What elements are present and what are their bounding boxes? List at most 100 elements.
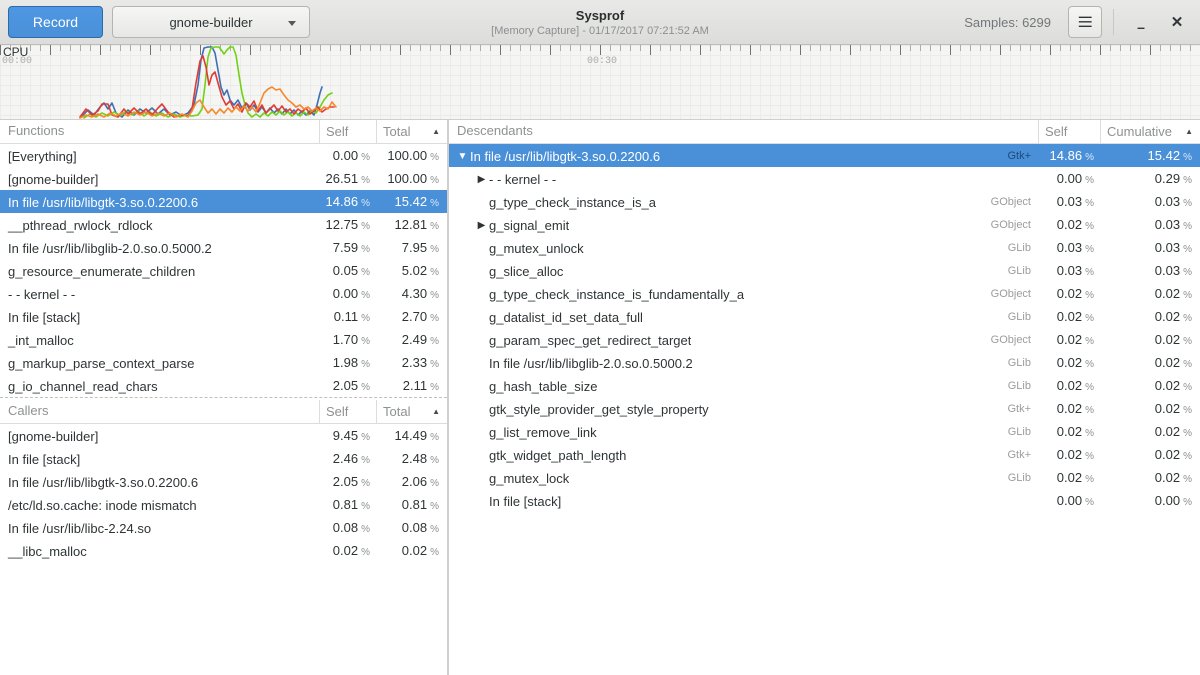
expander-open-icon[interactable]: ▼ [455, 145, 470, 168]
percent-value: 0.02% [1038, 328, 1100, 353]
minimize-button[interactable]: – [1123, 4, 1159, 40]
table-row[interactable]: g_resource_enumerate_children0.05%5.02% [0, 259, 447, 282]
percent-number: 0.02 [1155, 378, 1180, 393]
table-row[interactable]: - - kernel - -0.00%4.30% [0, 282, 447, 305]
percent-sign: % [430, 524, 439, 535]
table-row[interactable]: [Everything]0.00%100.00% [0, 144, 447, 167]
percent-sign: % [361, 432, 370, 443]
page-subtitle: [Memory Capture] - 01/17/2017 07:21:52 A… [491, 25, 709, 37]
function-name: gtk_style_provider_get_style_property [489, 398, 709, 421]
percent-sign: % [1085, 152, 1094, 163]
percent-number: 0.00 [1057, 493, 1082, 508]
percent-number: 0.02 [1057, 401, 1082, 416]
percent-value: 0.00% [1038, 167, 1100, 192]
table-row[interactable]: [gnome-builder]26.51%100.00% [0, 167, 447, 190]
column-header-self[interactable]: Self [319, 400, 376, 423]
table-row[interactable]: In file [stack]0.00%0.00% [449, 489, 1200, 512]
function-name: g_mutex_unlock [489, 237, 584, 260]
percent-number: 2.05 [333, 474, 358, 489]
percent-sign: % [361, 267, 370, 278]
percent-number: 5.02 [402, 263, 427, 278]
table-row[interactable]: __libc_malloc0.02%0.02% [0, 539, 447, 562]
table-row[interactable]: g_io_channel_read_chars2.05%2.11% [0, 374, 447, 397]
percent-sign: % [430, 455, 439, 466]
function-name: g_hash_table_size [489, 375, 597, 398]
percent-sign: % [1085, 267, 1094, 278]
table-row[interactable]: g_list_remove_linkGLib0.02%0.02% [449, 420, 1200, 443]
percent-value: 26.51% [319, 167, 376, 192]
record-button[interactable]: Record [8, 6, 103, 38]
table-row[interactable]: g_mutex_unlockGLib0.03%0.03% [449, 236, 1200, 259]
table-row[interactable]: _int_malloc1.70%2.49% [0, 328, 447, 351]
descendant-name-cell: g_mutex_lockGLib [449, 466, 1038, 491]
column-header-cumulative[interactable]: Cumulative ▲ [1100, 120, 1200, 143]
percent-sign: % [430, 290, 439, 301]
column-header-total[interactable]: Total ▲ [376, 400, 447, 423]
percent-value: 0.11% [319, 305, 376, 330]
percent-value: 7.95% [376, 236, 447, 261]
table-row[interactable]: In file /usr/lib/libc-2.24.so0.08%0.08% [0, 516, 447, 539]
hamburger-icon: ☰ [1077, 14, 1093, 31]
table-row[interactable]: gtk_widget_path_lengthGtk+0.02%0.02% [449, 443, 1200, 466]
percent-value: 14.86% [319, 190, 376, 215]
table-row[interactable]: In file /usr/lib/libgtk-3.so.0.2200.614.… [0, 190, 447, 213]
function-name: [gnome-builder] [0, 424, 319, 449]
percent-value: 12.81% [376, 213, 447, 238]
table-row[interactable]: [gnome-builder]9.45%14.49% [0, 424, 447, 447]
percent-number: 0.02 [1057, 378, 1082, 393]
chevron-down-icon [288, 21, 296, 26]
column-header-self[interactable]: Self [319, 120, 376, 143]
percent-number: 2.05 [333, 378, 358, 393]
function-name: In file /usr/lib/libglib-2.0.so.0.5000.2 [0, 236, 319, 261]
percent-value: 0.02% [1038, 374, 1100, 399]
table-row[interactable]: g_mutex_lockGLib0.02%0.02% [449, 466, 1200, 489]
percent-value: 2.05% [319, 374, 376, 399]
cpu-graph[interactable]: CPU 00:00 00:30 [0, 45, 1200, 120]
percent-value: 2.11% [376, 374, 447, 399]
column-header-functions[interactable]: Functions [0, 120, 319, 143]
percent-number: 100.00 [387, 171, 427, 186]
percent-number: 0.00 [1155, 493, 1180, 508]
percent-value: 0.02% [1038, 282, 1100, 307]
table-row[interactable]: __pthread_rwlock_rdlock12.75%12.81% [0, 213, 447, 236]
table-row[interactable]: g_markup_parse_context_parse1.98%2.33% [0, 351, 447, 374]
percent-value: 0.02% [1038, 397, 1100, 422]
table-row[interactable]: ▶g_signal_emitGObject0.02%0.03% [449, 213, 1200, 236]
table-row[interactable]: g_type_check_instance_is_fundamentally_a… [449, 282, 1200, 305]
column-header-callers[interactable]: Callers [0, 400, 319, 423]
table-row[interactable]: gtk_style_provider_get_style_propertyGtk… [449, 397, 1200, 420]
table-row[interactable]: g_slice_allocGLib0.03%0.03% [449, 259, 1200, 282]
library-tag: GLib [1008, 260, 1038, 283]
library-tag: GObject [991, 191, 1038, 214]
menu-button[interactable]: ☰ [1068, 6, 1102, 38]
percent-number: 2.49 [402, 332, 427, 347]
percent-sign: % [430, 382, 439, 393]
table-row[interactable]: g_type_check_instance_is_aGObject0.03%0.… [449, 190, 1200, 213]
table-row[interactable]: In file /usr/lib/libglib-2.0.so.0.5000.2… [0, 236, 447, 259]
percent-sign: % [430, 267, 439, 278]
close-button[interactable]: ✕ [1159, 4, 1195, 40]
table-row[interactable]: g_datalist_id_set_data_fullGLib0.02%0.02… [449, 305, 1200, 328]
expander-closed-icon[interactable]: ▶ [474, 214, 489, 237]
percent-value: 0.02% [1100, 420, 1200, 445]
table-row[interactable]: ▼In file /usr/lib/libgtk-3.so.0.2200.6Gt… [449, 144, 1200, 167]
table-row[interactable]: ▶- - kernel - -0.00%0.29% [449, 167, 1200, 190]
table-row[interactable]: /etc/ld.so.cache: inode mismatch0.81%0.8… [0, 493, 447, 516]
column-header-descendants[interactable]: Descendants [449, 120, 1038, 143]
percent-number: 0.05 [333, 263, 358, 278]
expander-closed-icon[interactable]: ▶ [474, 168, 489, 191]
titlebar-separator [1113, 9, 1114, 35]
column-header-total[interactable]: Total ▲ [376, 120, 447, 143]
percent-value: 12.75% [319, 213, 376, 238]
percent-value: 0.02% [1100, 282, 1200, 307]
table-row[interactable]: In file [stack]2.46%2.48% [0, 447, 447, 470]
table-row[interactable]: In file /usr/lib/libgtk-3.so.0.2200.62.0… [0, 470, 447, 493]
column-header-self[interactable]: Self [1038, 120, 1100, 143]
table-row[interactable]: In file [stack]0.11%2.70% [0, 305, 447, 328]
process-selector-dropdown[interactable]: gnome-builder [112, 6, 310, 38]
table-row[interactable]: g_hash_table_sizeGLib0.02%0.02% [449, 374, 1200, 397]
table-row[interactable]: g_param_spec_get_redirect_targetGObject0… [449, 328, 1200, 351]
table-row[interactable]: In file /usr/lib/libglib-2.0.so.0.5000.2… [449, 351, 1200, 374]
descendant-name-cell: ▶g_signal_emitGObject [449, 213, 1038, 238]
percent-number: 0.03 [1057, 263, 1082, 278]
